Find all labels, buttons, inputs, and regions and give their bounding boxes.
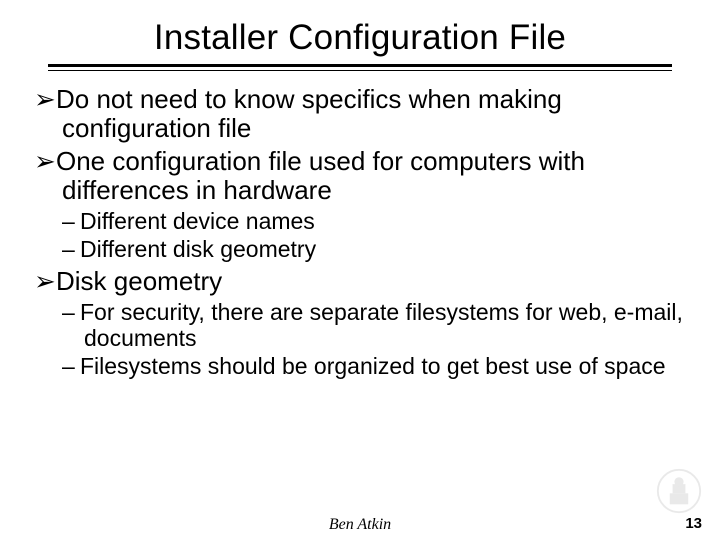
dash-bullet-icon: – bbox=[62, 209, 80, 235]
sub-bullet-item: –For security, there are separate filesy… bbox=[62, 300, 686, 352]
bullet-text: Disk geometry bbox=[56, 266, 222, 296]
dash-bullet-icon: – bbox=[62, 354, 80, 380]
sub-bullet-text: Filesystems should be organized to get b… bbox=[80, 353, 666, 379]
footer-page-number: 13 bbox=[685, 515, 702, 532]
bullet-item: ➢Disk geometry bbox=[34, 267, 686, 296]
bullet-item: ➢One configuration file used for compute… bbox=[34, 147, 686, 205]
decorative-logo-icon bbox=[656, 468, 702, 514]
sub-bullet-text: Different device names bbox=[80, 208, 315, 234]
sub-bullet-item: –Different disk geometry bbox=[62, 237, 686, 263]
bullet-text: One configuration file used for computer… bbox=[56, 146, 585, 205]
sub-bullet-text: For security, there are separate filesys… bbox=[80, 299, 683, 351]
arrow-bullet-icon: ➢ bbox=[34, 147, 56, 176]
slide-body: ➢Do not need to know specifics when maki… bbox=[28, 85, 692, 379]
arrow-bullet-icon: ➢ bbox=[34, 85, 56, 114]
bullet-item: ➢Do not need to know specifics when maki… bbox=[34, 85, 686, 143]
sub-bullet-item: –Filesystems should be organized to get … bbox=[62, 354, 686, 380]
slide: Installer Configuration File ➢Do not nee… bbox=[0, 0, 720, 540]
bullet-text: Do not need to know specifics when makin… bbox=[56, 84, 562, 143]
footer-author: Ben Atkin bbox=[0, 516, 720, 534]
sub-bullet-text: Different disk geometry bbox=[80, 236, 316, 262]
slide-title: Installer Configuration File bbox=[28, 18, 692, 58]
dash-bullet-icon: – bbox=[62, 300, 80, 326]
divider-thin bbox=[48, 70, 672, 71]
dash-bullet-icon: – bbox=[62, 237, 80, 263]
arrow-bullet-icon: ➢ bbox=[34, 267, 56, 296]
sub-bullet-item: –Different device names bbox=[62, 209, 686, 235]
divider-thick bbox=[48, 64, 672, 67]
